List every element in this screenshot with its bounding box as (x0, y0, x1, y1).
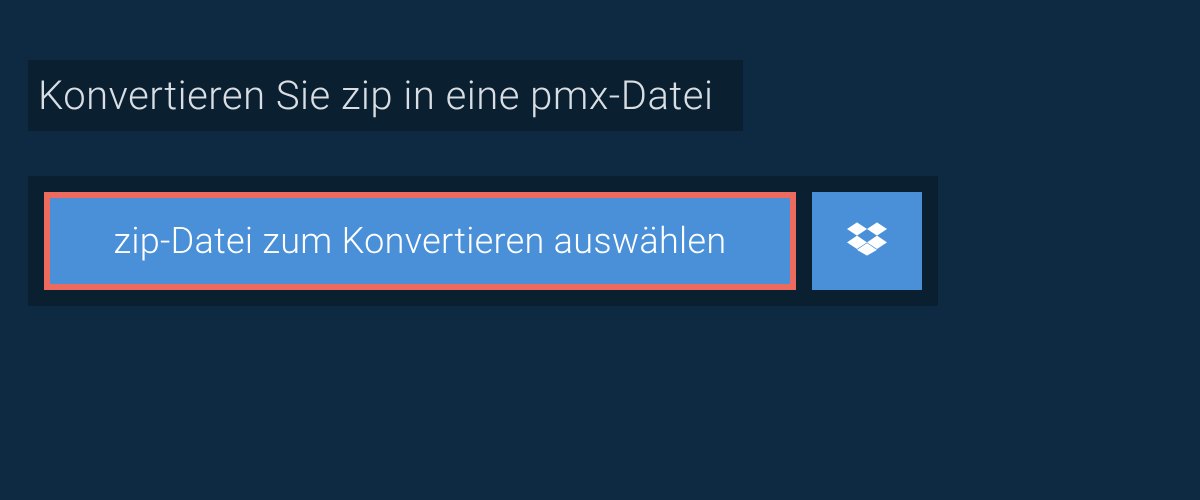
converter-container: Konvertieren Sie zip in eine pmx-Datei z… (0, 0, 1200, 306)
page-title: Konvertieren Sie zip in eine pmx-Datei (38, 72, 713, 119)
dropbox-button[interactable] (812, 192, 922, 290)
dropbox-icon (847, 219, 887, 263)
title-wrap: Konvertieren Sie zip in eine pmx-Datei (28, 60, 743, 131)
file-select-panel: zip-Datei zum Konvertieren auswählen (28, 176, 938, 306)
select-file-button[interactable]: zip-Datei zum Konvertieren auswählen (44, 192, 796, 290)
